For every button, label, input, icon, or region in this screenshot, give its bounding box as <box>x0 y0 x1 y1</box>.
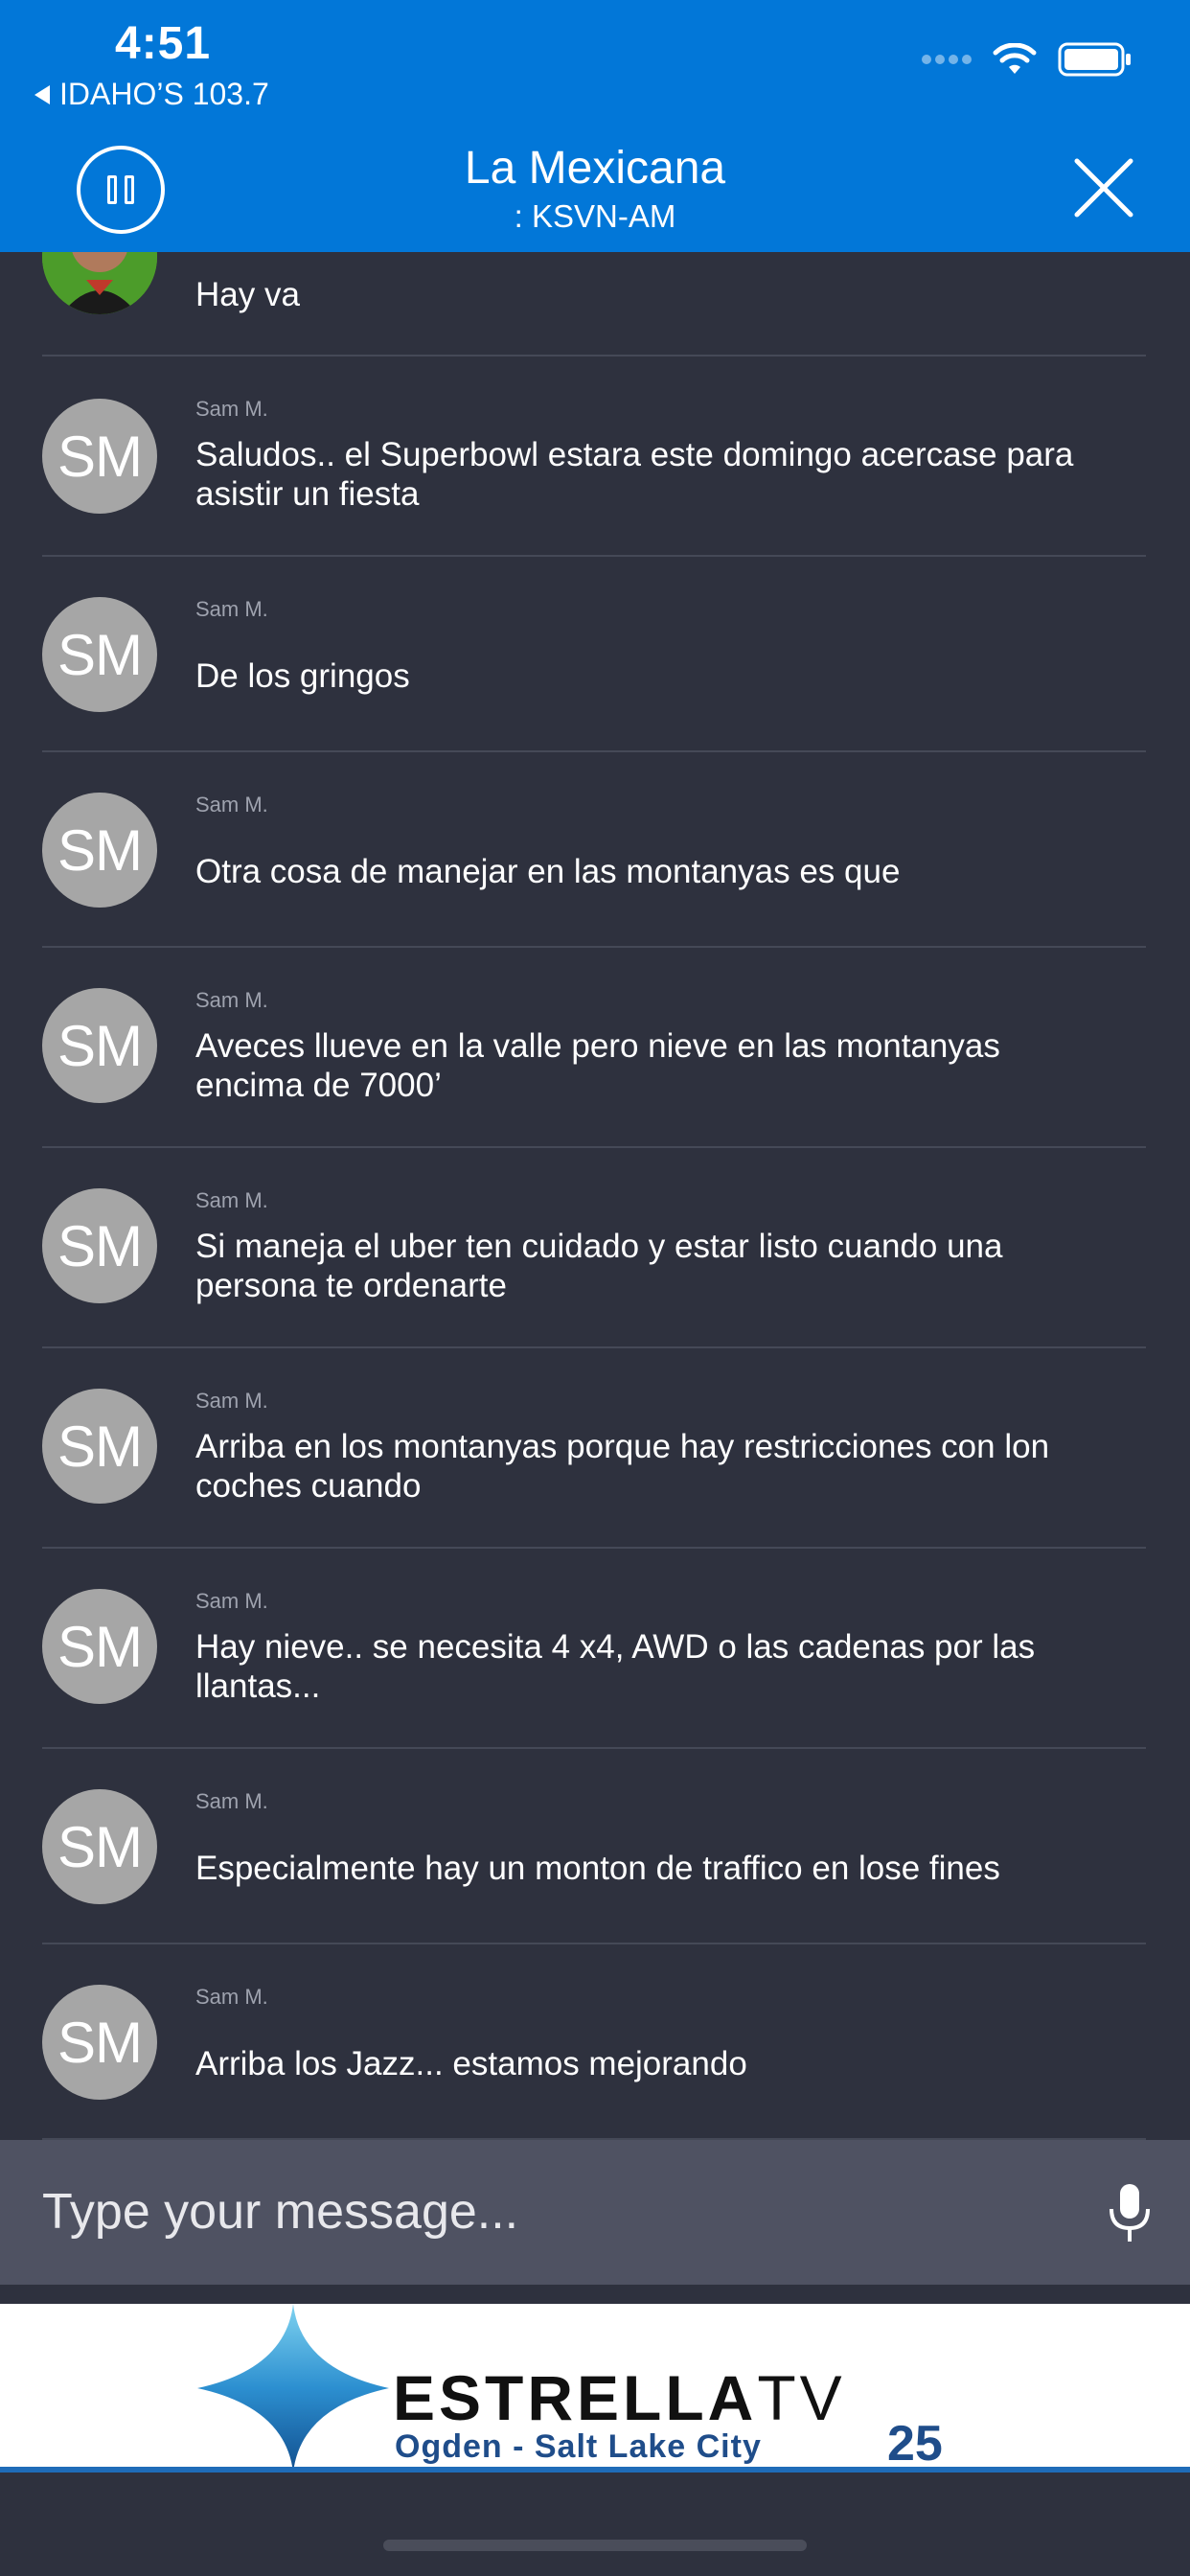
brand-name-light: TV <box>757 2362 846 2433</box>
brand-location: Ogden - Salt Lake City <box>395 2428 762 2465</box>
message-author: Sam M. <box>195 1589 268 1613</box>
message-author: Sam M. <box>195 1789 268 1813</box>
message-text: Arriba en los montanyas porque hay restr… <box>195 1428 1050 1505</box>
list-item: SM Sam M. Especialmente hay un monton de… <box>42 1749 1146 1944</box>
avatar: SM <box>42 1589 157 1704</box>
message-text: Saludos.. el Superbowl estara este domin… <box>195 436 1074 513</box>
user-photo-avatar <box>42 252 157 314</box>
avatar: SM <box>42 1188 157 1303</box>
message-author: Sam M. <box>195 597 268 621</box>
back-to-app-link[interactable]: IDAHO’S 103.7 <box>34 77 269 112</box>
avatar: SM <box>42 793 157 908</box>
message-text: Hay nieve.. se necesita 4 x4, AWD o las … <box>195 1628 1036 1705</box>
bottom-safe-area <box>0 2478 1190 2576</box>
message-author: Sam M. <box>195 1389 268 1413</box>
message-text: Si maneja el uber ten cuidado y estar li… <box>195 1228 1003 1304</box>
avatar: SM <box>42 1389 157 1504</box>
avatar: SM <box>42 399 157 514</box>
message-text: Hay va <box>195 276 300 313</box>
wifi-icon <box>993 43 1037 74</box>
cellular-signal-icon <box>922 55 972 64</box>
status-indicators <box>922 42 1133 77</box>
avatar: SM <box>42 597 157 712</box>
list-item: SM Sam M. Saludos.. el Superbowl estara … <box>42 356 1146 557</box>
message-text: Especialmente hay un monton de traffico … <box>195 1850 1000 1887</box>
list-item: Hay va <box>42 252 1146 356</box>
avatar: SM <box>42 988 157 1103</box>
ad-divider <box>0 2467 1190 2472</box>
message-text: Arriba los Jazz... estamos mejorando <box>195 2045 747 2082</box>
page-title: La Mexicana <box>464 143 726 194</box>
message-text: Otra cosa de manejar en las montanyas es… <box>195 853 901 890</box>
ad-banner[interactable]: ESTRELLATV Ogden - Salt Lake City 25 <box>0 2304 1190 2472</box>
close-icon[interactable] <box>1073 157 1134 218</box>
message-text: Aveces llueve en la valle pero nieve en … <box>195 1027 1000 1104</box>
app-header: 4:51 IDAHO’S 103.7 La Mexicana : KSVN-AM <box>0 0 1190 252</box>
home-indicator[interactable] <box>383 2540 807 2551</box>
message-author: Sam M. <box>195 1985 268 2009</box>
channel-number: 25 <box>887 2416 943 2472</box>
avatar: SM <box>42 1789 157 1904</box>
list-item: SM Sam M. Arriba en los montanyas porque… <box>42 1348 1146 1549</box>
station-call-sign: : KSVN-AM <box>514 198 676 234</box>
avatar: SM <box>42 1985 157 2100</box>
message-author: Sam M. <box>195 397 268 421</box>
battery-icon <box>1058 42 1131 77</box>
list-item: SM Sam M. Otra cosa de manejar en las mo… <box>42 752 1146 948</box>
message-input[interactable] <box>42 2176 1039 2247</box>
chat-message-list[interactable]: Hay va SM Sam M. Saludos.. el Superbowl … <box>0 252 1190 2140</box>
back-arrow-icon <box>34 84 50 104</box>
back-app-label: IDAHO’S 103.7 <box>59 77 269 111</box>
list-item: SM Sam M. Si maneja el uber ten cuidado … <box>42 1148 1146 1348</box>
list-item: SM Sam M. De los gringos <box>42 557 1146 752</box>
message-author: Sam M. <box>195 1188 268 1212</box>
brand-name: ESTRELLATV <box>393 2361 846 2434</box>
message-text: De los gringos <box>195 657 410 695</box>
list-item: SM Sam M. Arriba los Jazz... estamos mej… <box>42 1944 1146 2140</box>
message-author: Sam M. <box>195 988 268 1012</box>
estrella-star-logo-icon <box>197 2304 389 2472</box>
list-item: SM Sam M. Hay nieve.. se necesita 4 x4, … <box>42 1549 1146 1749</box>
message-composer <box>0 2140 1190 2285</box>
message-author: Sam M. <box>195 793 268 816</box>
microphone-icon[interactable] <box>1106 2182 1154 2245</box>
station-title-block: La Mexicana : KSVN-AM <box>0 142 1190 235</box>
list-item: SM Sam M. Aveces llueve en la valle pero… <box>42 948 1146 1148</box>
brand-name-bold: ESTRELLA <box>393 2362 758 2433</box>
status-time: 4:51 <box>115 18 212 69</box>
